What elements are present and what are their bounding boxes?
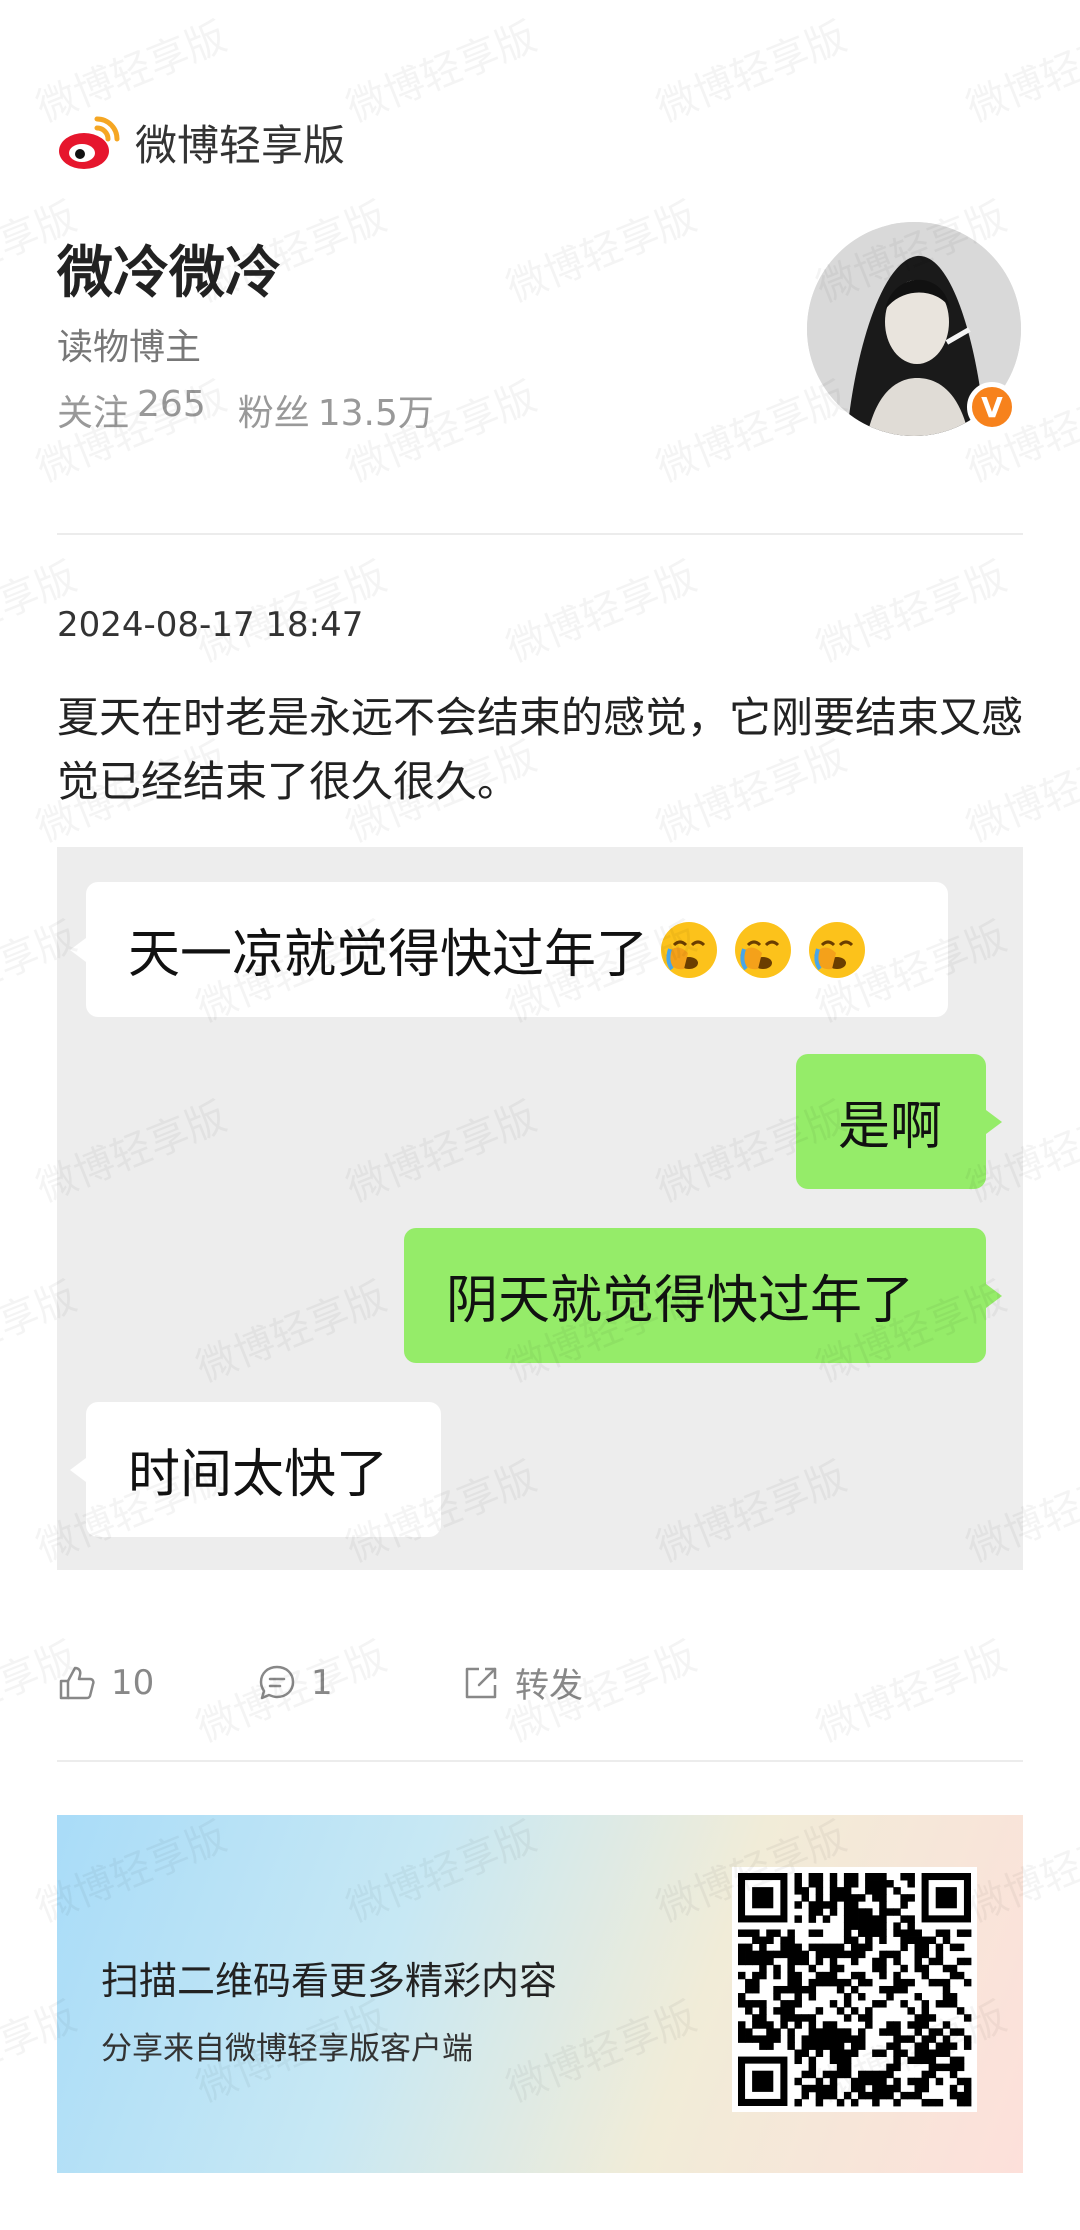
chat-bubble-right: 是啊 (796, 1054, 1002, 1189)
watermark-text: 微博轻享版 (806, 1625, 1013, 1754)
following-label: 关注 (57, 393, 130, 434)
profile-name[interactable]: 微冷微冷 (57, 228, 281, 309)
chat-bubble-left: 时间太快了 (70, 1402, 441, 1537)
chat-message: 是啊 (838, 1097, 943, 1157)
watermark-text: 微博轻享版 (646, 5, 853, 134)
watermark-text: 微博轻享版 (336, 5, 543, 134)
chat-message: 阴天就觉得快过年了 (446, 1271, 915, 1331)
followers-label: 粉丝 (237, 393, 310, 434)
face-palm-crying-icon (735, 921, 792, 978)
app-name: 微博轻享版 (135, 121, 346, 170)
watermark-text: 微博轻享版 (806, 545, 1013, 674)
qr-code[interactable] (732, 1867, 977, 2112)
verified-badge-icon: V (967, 382, 1017, 432)
following-stat[interactable]: 关注 265 (57, 384, 206, 436)
followers-stat[interactable]: 粉丝 13.5万 (238, 384, 434, 436)
chat-bubble-left: 天一凉就觉得快过年了 (70, 882, 948, 1017)
face-palm-crying-icon (809, 921, 866, 978)
watermark-text: 微博轻享版 (956, 5, 1080, 134)
repost-button[interactable]: 转发 (461, 1658, 583, 1707)
qr-share-banner: 扫描二维码看更多精彩内容 分享来自微博轻享版客户端 (57, 1815, 1023, 2173)
profile-stats: 关注 265 粉丝 13.5万 (57, 384, 434, 436)
post-action-bar: 10 1 转发 (57, 1658, 583, 1707)
share-icon (465, 1667, 497, 1698)
divider (57, 533, 1023, 535)
thumbs-up-icon (59, 1666, 95, 1699)
repost-label: 转发 (515, 1666, 583, 1706)
watermark-text: 微博轻享版 (496, 185, 703, 314)
like-button[interactable]: 10 (57, 1663, 257, 1703)
face-palm-crying-icon (661, 921, 718, 978)
comment-icon (259, 1665, 295, 1699)
comment-count: 1 (311, 1662, 333, 1703)
banner-subtitle: 分享来自微博轻享版客户端 (101, 2031, 473, 2067)
qr-code-icon (738, 1873, 972, 2107)
app-brand: 微博轻享版 (57, 112, 345, 173)
divider (57, 1760, 1023, 1762)
chat-screenshot-image[interactable]: 天一凉就觉得快过年了 是啊 阴天就觉得快过年了 时间太快了 (57, 847, 1023, 1570)
watermark-text: 微博轻享版 (496, 545, 703, 674)
like-count: 10 (111, 1662, 155, 1703)
chat-message: 天一凉就觉得快过年了 (128, 925, 649, 985)
profile-bio: 读物博主 (57, 327, 202, 368)
comment-button[interactable]: 1 (257, 1663, 461, 1703)
chat-message: 时间太快了 (128, 1445, 389, 1505)
banner-title: 扫描二维码看更多精彩内容 (101, 1959, 558, 2003)
following-count: 265 (137, 384, 206, 425)
chat-bubble-right: 阴天就觉得快过年了 (404, 1228, 1002, 1363)
post-timestamp: 2024-08-17 18:47 (57, 605, 364, 645)
followers-count: 13.5万 (317, 393, 434, 434)
weibo-logo-icon (59, 116, 120, 169)
post-text: 夏天在时老是永远不会结束的感觉，它刚要结束又感觉已经结束了很久很久。 (57, 693, 1024, 806)
